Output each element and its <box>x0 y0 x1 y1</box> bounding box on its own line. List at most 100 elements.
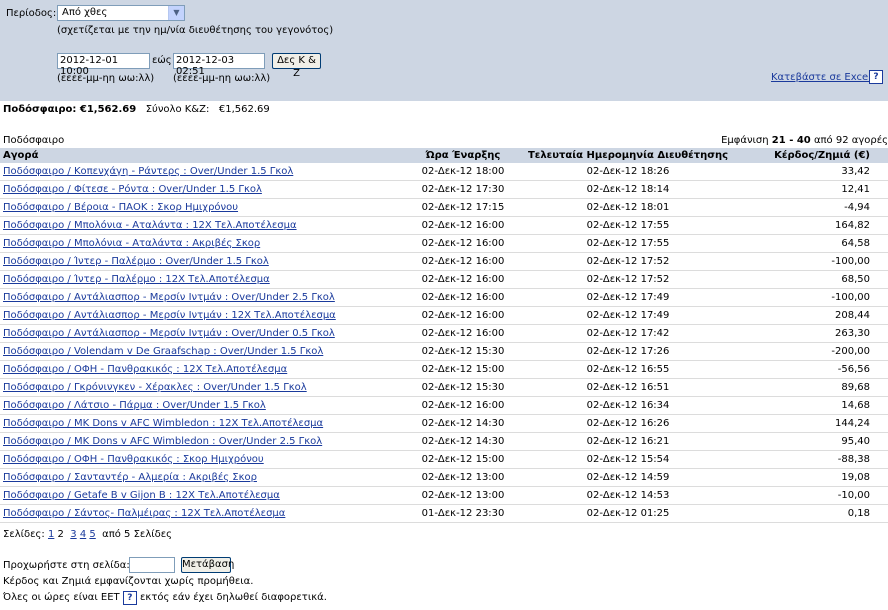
column-header-market[interactable]: Αγορά <box>0 148 414 163</box>
markets-table: Αγορά Ώρα Έναρξης Τελευταία Ημερομηνία Δ… <box>0 148 888 523</box>
market-cell: Ποδόσφαιρο / Volendam v De Graafschap : … <box>0 342 414 361</box>
start-time-cell: 02-Δεκ-12 17:30 <box>414 180 512 199</box>
market-link[interactable]: Ποδόσφαιρο / Βέροια - ΠΑΟΚ : Σκορ Ημιχρό… <box>3 202 238 213</box>
table-row: Ποδόσφαιρο / Αντάλιασπορ - Μερσίν Ιντμάν… <box>0 306 888 325</box>
page-link-3[interactable]: 3 <box>70 529 76 540</box>
market-link[interactable]: Ποδόσφαιρο / Getafe B v Gijon B : 12X Τε… <box>3 490 280 501</box>
page-current-2: 2 <box>57 529 64 540</box>
help-icon[interactable]: ? <box>869 70 883 84</box>
market-cell: Ποδόσφαιρο / Ίντερ - Παλέρμο : 12X Τελ.Α… <box>0 270 414 289</box>
period-note: (σχετίζεται με την ημ/νία διευθέτησης το… <box>57 25 334 36</box>
market-cell: Ποδόσφαιρο / Γκρόνινγκεν - Χέρακλες : Ov… <box>0 378 414 397</box>
market-link[interactable]: Ποδόσφαιρο / Γκρόνινγκεν - Χέρακλες : Ov… <box>3 382 307 393</box>
start-time-cell: 02-Δεκ-12 16:00 <box>414 324 512 343</box>
market-cell: Ποδόσφαιρο / Φίτεσε - Ρόντα : Over/Under… <box>0 180 414 199</box>
profit-loss-cell: 89,68 <box>744 378 888 397</box>
commission-note: Κέρδος και Ζημιά εμφανίζονται χωρίς προμ… <box>3 576 254 587</box>
timezone-prefix: Όλες οι ώρες είναι EET <box>3 592 120 603</box>
market-link[interactable]: Ποδόσφαιρο / MK Dons v AFC Wimbledon : O… <box>3 436 322 447</box>
market-link[interactable]: Ποδόσφαιρο / Αντάλιασπορ - Μερσίν Ιντμάν… <box>3 328 335 339</box>
goto-page-button[interactable]: Μετάβαση <box>181 557 234 573</box>
period-select[interactable]: Από χθες ▼ <box>57 5 185 21</box>
start-time-cell: 02-Δεκ-12 16:00 <box>414 396 512 415</box>
profit-loss-cell: 144,24 <box>744 414 888 433</box>
page-link-1[interactable]: 1 <box>48 529 54 540</box>
market-cell: Ποδόσφαιρο / Getafe B v Gijon B : 12X Τε… <box>0 486 414 505</box>
start-time-cell: 02-Δεκ-12 15:30 <box>414 342 512 361</box>
settled-date-cell: 02-Δεκ-12 14:59 <box>512 468 744 487</box>
page-link-4[interactable]: 4 <box>80 529 86 540</box>
column-header-settled-date[interactable]: Τελευταία Ημερομηνία Διευθέτησης <box>512 148 744 163</box>
table-row: Ποδόσφαιρο / MK Dons v AFC Wimbledon : 1… <box>0 414 888 433</box>
market-cell: Ποδόσφαιρο / Μπολόνια - Αταλάντα : 12X Τ… <box>0 216 414 235</box>
market-link[interactable]: Ποδόσφαιρο / MK Dons v AFC Wimbledon : 1… <box>3 418 323 429</box>
market-link[interactable]: Ποδόσφαιρο / Λάτσιο - Πάρμα : Over/Under… <box>3 400 266 411</box>
profit-loss-cell: 64,58 <box>744 234 888 253</box>
market-cell: Ποδόσφαιρο / Λάτσιο - Πάρμα : Over/Under… <box>0 396 414 415</box>
market-link[interactable]: Ποδόσφαιρο / ΟΦΗ - Πανθρακικός : Σκορ Ημ… <box>3 454 264 465</box>
profit-loss-cell: 19,08 <box>744 468 888 487</box>
pagination-label: Σελίδες: <box>3 529 45 540</box>
download-excel-link[interactable]: Κατεβάστε σε Excel <box>771 72 871 83</box>
start-time-cell: 02-Δεκ-12 13:00 <box>414 486 512 505</box>
period-select-value: Από χθες <box>62 7 108 18</box>
settled-date-cell: 02-Δεκ-12 17:55 <box>512 234 744 253</box>
show-pl-button[interactable]: Δες Κ & Ζ <box>272 53 321 79</box>
market-cell: Ποδόσφαιρο / ΟΦΗ - Πανθρακικός : Σκορ Ημ… <box>0 450 414 469</box>
start-time-cell: 02-Δεκ-12 18:00 <box>414 163 512 181</box>
market-link[interactable]: Ποδόσφαιρο / ΟΦΗ - Πανθρακικός : 12X Τελ… <box>3 364 287 375</box>
goto-page-input[interactable] <box>129 557 175 573</box>
column-header-start-time[interactable]: Ώρα Έναρξης <box>414 148 512 163</box>
date-to-format-hint: (εεεε-μμ-ηη ωω:λλ) <box>173 73 271 84</box>
market-link[interactable]: Ποδόσφαιρο / Μπολόνια - Αταλάντα : Ακριβ… <box>3 238 260 249</box>
table-row: Ποδόσφαιρο / Κοπενχάγη - Ράντερς : Over/… <box>0 163 888 181</box>
date-from-format-hint: (εεεε-μμ-ηη ωω:λλ) <box>57 73 155 84</box>
pagination-suffix: από 5 Σελίδες <box>102 529 173 540</box>
market-cell: Ποδόσφαιρο / MK Dons v AFC Wimbledon : O… <box>0 432 414 451</box>
market-link[interactable]: Ποδόσφαιρο / Ίντερ - Παλέρμο : Over/Unde… <box>3 256 269 267</box>
start-time-cell: 02-Δεκ-12 14:30 <box>414 432 512 451</box>
market-link[interactable]: Ποδόσφαιρο / Ίντερ - Παλέρμο : 12X Τελ.Α… <box>3 274 270 285</box>
market-cell: Ποδόσφαιρο / Αντάλιασπορ - Μερσίν Ιντμάν… <box>0 306 414 325</box>
settled-date-cell: 02-Δεκ-12 14:53 <box>512 486 744 505</box>
market-cell: Ποδόσφαιρο / Ίντερ - Παλέρμο : Over/Unde… <box>0 252 414 271</box>
column-header-profit-loss[interactable]: Κέρδος/Ζημιά (€) <box>744 148 888 163</box>
date-to-input[interactable]: 2012-12-03 02:51 <box>173 53 265 77</box>
date-from-input[interactable]: 2012-12-01 10:00 <box>57 53 150 77</box>
table-row: Ποδόσφαιρο / ΟΦΗ - Πανθρακικός : Σκορ Ημ… <box>0 450 888 469</box>
help-icon[interactable]: ? <box>122 591 137 605</box>
table-row: Ποδόσφαιρο / Ίντερ - Παλέρμο : Over/Unde… <box>0 252 888 271</box>
settled-date-cell: 02-Δεκ-12 17:52 <box>512 252 744 271</box>
profit-loss-cell: 95,40 <box>744 432 888 451</box>
profit-loss-cell: -88,38 <box>744 450 888 469</box>
market-link[interactable]: Ποδόσφαιρο / Μπολόνια - Αταλάντα : 12X Τ… <box>3 220 297 231</box>
market-link[interactable]: Ποδόσφαιρο / Αντάλιασπορ - Μερσίν Ιντμάν… <box>3 292 335 303</box>
table-row: Ποδόσφαιρο / ΟΦΗ - Πανθρακικός : 12X Τελ… <box>0 360 888 379</box>
start-time-cell: 02-Δεκ-12 15:00 <box>414 360 512 379</box>
market-link[interactable]: Ποδόσφαιρο / Σανταντέρ - Αλμερία : Ακριβ… <box>3 472 257 483</box>
settled-date-cell: 02-Δεκ-12 01:25 <box>512 504 744 523</box>
profit-loss-cell: -10,00 <box>744 486 888 505</box>
table-row: Ποδόσφαιρο / Getafe B v Gijon B : 12X Τε… <box>0 486 888 505</box>
range-suffix: από 92 αγορές <box>813 135 888 146</box>
market-link[interactable]: Ποδόσφαιρο / Volendam v De Graafschap : … <box>3 346 323 357</box>
settled-date-cell: 02-Δεκ-12 17:55 <box>512 216 744 235</box>
start-time-cell: 02-Δεκ-12 16:00 <box>414 216 512 235</box>
start-time-cell: 02-Δεκ-12 16:00 <box>414 252 512 271</box>
market-link[interactable]: Ποδόσφαιρο / Σάντος- Παλμέιρας : 12X Τελ… <box>3 508 285 519</box>
page-link-5[interactable]: 5 <box>89 529 95 540</box>
market-link[interactable]: Ποδόσφαιρο / Κοπενχάγη - Ράντερς : Over/… <box>3 166 293 177</box>
market-link[interactable]: Ποδόσφαιρο / Αντάλιασπορ - Μερσίν Ιντμάν… <box>3 310 336 321</box>
chevron-down-icon[interactable]: ▼ <box>168 6 184 20</box>
profit-loss-cell: -100,00 <box>744 288 888 307</box>
settled-date-cell: 02-Δεκ-12 17:49 <box>512 306 744 325</box>
profit-loss-cell: -56,56 <box>744 360 888 379</box>
table-row: Ποδόσφαιρο / Αντάλιασπορ - Μερσίν Ιντμάν… <box>0 288 888 307</box>
profit-loss-cell: -100,00 <box>744 252 888 271</box>
profit-loss-cell: -200,00 <box>744 342 888 361</box>
market-cell: Ποδόσφαιρο / Μπολόνια - Αταλάντα : Ακριβ… <box>0 234 414 253</box>
market-cell: Ποδόσφαιρο / Βέροια - ΠΑΟΚ : Σκορ Ημιχρό… <box>0 198 414 217</box>
market-link[interactable]: Ποδόσφαιρο / Φίτεσε - Ρόντα : Over/Under… <box>3 184 262 195</box>
profit-loss-cell: 208,44 <box>744 306 888 325</box>
table-row: Ποδόσφαιρο / Φίτεσε - Ρόντα : Over/Under… <box>0 180 888 199</box>
